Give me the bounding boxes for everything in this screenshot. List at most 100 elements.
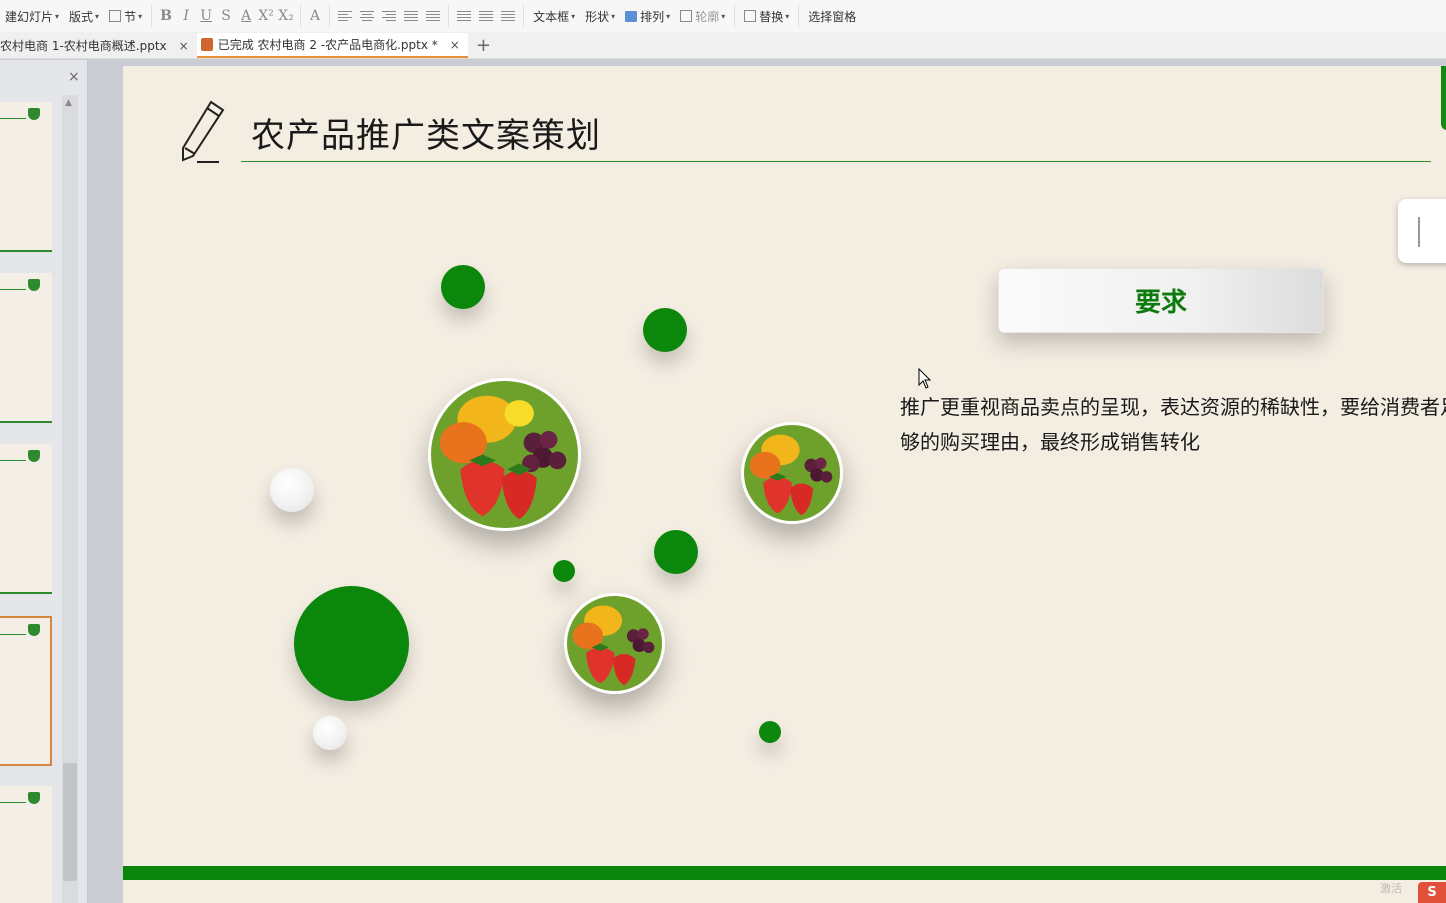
outline-icon (680, 10, 693, 22)
close-icon[interactable]: × (68, 69, 80, 85)
slide-thumbnail-selected[interactable] (0, 616, 52, 766)
divider (329, 5, 331, 27)
chevron-down-icon: ▾ (666, 11, 671, 21)
numbered-list-icon[interactable] (479, 10, 494, 22)
thumb-marker (28, 108, 40, 120)
slide-thumbnail[interactable] (0, 786, 52, 903)
replace-icon (744, 10, 757, 22)
scrollbar-thumb[interactable] (63, 763, 77, 881)
layout-label: 版式 (69, 9, 94, 24)
shape-button[interactable]: 形状 ▾ (580, 5, 620, 27)
slide-thumbnail[interactable] (0, 444, 52, 594)
fruit-photo (564, 593, 665, 694)
clear-format-icon[interactable]: A (305, 8, 325, 24)
strikethrough-icon[interactable]: S (216, 8, 236, 24)
ribbon-toolbar: 建幻灯片 ▾ 版式 ▾ 节 ▾ B I U S A X² X₂ A 文本框 ▾ 形状 ▾ … (0, 0, 1446, 32)
outline-label: 轮廓 (695, 9, 720, 24)
underline-icon[interactable]: U (196, 8, 216, 24)
divider (151, 5, 153, 27)
arrange-button[interactable]: 排列 ▾ (620, 5, 675, 27)
new-tab-button[interactable]: + (476, 33, 491, 58)
thumb-rule (0, 634, 26, 635)
chevron-down-icon: ▾ (571, 11, 576, 21)
presentation-file-icon (200, 38, 213, 51)
subscript-icon[interactable]: X₂ (276, 8, 296, 24)
superscript-icon[interactable]: X² (256, 8, 276, 24)
new-slide-label: 建幻灯片 (5, 9, 54, 24)
chevron-down-icon: ▾ (785, 11, 790, 21)
decorative-white-dot (313, 716, 347, 750)
chevron-down-icon: ▾ (721, 11, 726, 21)
slide-thumbnail[interactable] (0, 102, 52, 252)
decorative-green-dot (643, 308, 687, 352)
chevron-down-icon: ▾ (611, 11, 616, 21)
align-center-icon[interactable] (360, 10, 375, 22)
decorative-green-dot (553, 560, 575, 582)
section-icon (109, 10, 122, 22)
thumb-rule (0, 460, 26, 461)
new-slide-button[interactable]: 建幻灯片 ▾ (0, 5, 64, 27)
decorative-green-dot (654, 530, 698, 574)
slide-canvas[interactable]: 农产品推广类文案策划 要求 推广更重视商品卖点的呈现，表达资源的稀缺性，要给消费… (123, 66, 1446, 903)
font-color-icon[interactable]: A (236, 8, 256, 24)
section-label: 节 (124, 9, 137, 24)
tab-document-1[interactable]: 农村电商 1-农村电商概述.pptx × (0, 33, 197, 58)
slide-thumbnail-panel: × ▲ (0, 60, 88, 903)
thumb-marker (28, 279, 40, 291)
select-pane-label: 选择窗格 (808, 9, 857, 24)
align-right-icon[interactable] (382, 10, 397, 22)
decorative-green-dot (294, 586, 409, 701)
align-left-icon[interactable] (338, 10, 353, 22)
divider (523, 5, 525, 27)
requirement-text[interactable]: 推广更重视商品卖点的呈现，表达资源的稀缺性，要给消费者足够的购买理由，最终形成销… (900, 390, 1446, 460)
thumb-rule (0, 118, 26, 119)
decorative-green-dot (441, 265, 485, 309)
thumb-rule (0, 802, 26, 803)
fruit-illustration (431, 381, 578, 528)
decorative-green-dot (759, 721, 781, 743)
bold-icon[interactable]: B (156, 8, 176, 24)
line-spacing-icon[interactable] (457, 10, 472, 22)
replace-label: 替换 (759, 9, 784, 24)
close-icon[interactable]: × (179, 39, 189, 53)
select-pane-button[interactable]: 选择窗格 (803, 5, 861, 27)
floating-toolbar-card[interactable] (1398, 199, 1446, 263)
slide-thumbnail[interactable] (0, 273, 52, 423)
divider (300, 5, 302, 27)
bottom-green-bar (123, 866, 1446, 880)
divider (448, 5, 450, 27)
tab-label: 已完成 农村电商 2 -农产品电商化.pptx * (217, 38, 438, 52)
divider (734, 5, 736, 27)
thumb-marker (28, 450, 40, 462)
tab-document-2[interactable]: 已完成 农村电商 2 -农产品电商化.pptx * × (196, 33, 468, 58)
scroll-up-icon[interactable]: ▲ (65, 98, 72, 108)
thumb-marker (28, 624, 40, 636)
outline-button[interactable]: 轮廓 ▾ (675, 5, 730, 27)
layout-button[interactable]: 版式 ▾ (64, 5, 104, 27)
fruit-illustration (744, 425, 840, 521)
decorative-green-tab (1441, 66, 1446, 130)
close-icon[interactable]: × (450, 38, 460, 52)
italic-icon[interactable]: I (176, 8, 196, 24)
fruit-photo (428, 378, 581, 531)
slide-title: 农产品推广类文案策划 (251, 116, 601, 156)
justify-icon[interactable] (404, 10, 419, 22)
watermark-logo: S (1418, 882, 1446, 903)
bullet-list-icon[interactable] (501, 10, 516, 22)
fruit-illustration (567, 596, 662, 691)
text-box-label: 文本框 (533, 9, 570, 24)
arrange-icon (625, 10, 638, 22)
chevron-down-icon: ▾ (95, 11, 100, 21)
divider (798, 5, 800, 27)
arrange-label: 排列 (640, 9, 665, 24)
title-underline (241, 161, 1431, 162)
document-tab-bar: 农村电商 1-农村电商概述.pptx × 已完成 农村电商 2 -农产品电商化.… (0, 32, 1446, 59)
section-button[interactable]: 节 ▾ (104, 5, 147, 27)
pencil-icon (182, 100, 225, 163)
replace-button[interactable]: 替换 ▾ (739, 5, 794, 27)
distribute-icon[interactable] (426, 10, 441, 22)
tab-label: 农村电商 1-农村电商概述.pptx (0, 39, 167, 53)
requirement-label-box: 要求 (998, 268, 1324, 333)
text-box-button[interactable]: 文本框 ▾ (528, 5, 580, 27)
chevron-down-icon: ▾ (55, 11, 60, 21)
